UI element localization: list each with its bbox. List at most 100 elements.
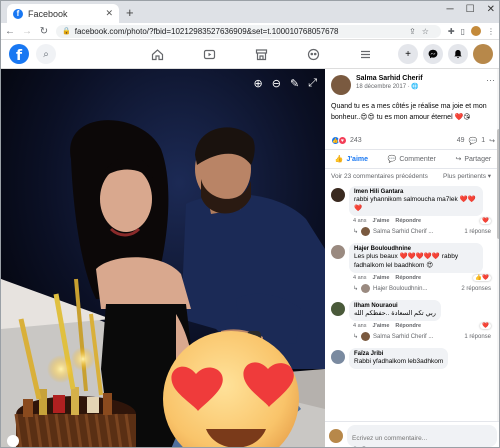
notifications-icon[interactable] <box>448 44 468 64</box>
photo-viewer[interactable]: ⊕ ⊖ ✎ ⤢ <box>1 69 325 447</box>
comment-like-link[interactable]: J'aime <box>372 323 389 329</box>
url-field[interactable]: 🔒 facebook.com/photo/?fbid=1021298352763… <box>56 24 441 38</box>
comment-count[interactable]: 49 <box>457 137 465 144</box>
facebook-header: f ⌕ + <box>1 40 499 69</box>
lock-icon: 🔒 <box>62 28 71 35</box>
comment-label: Commenter <box>399 155 436 163</box>
globe-icon: 🌐 <box>411 84 419 90</box>
fullscreen-icon[interactable]: ⤢ <box>308 77 317 90</box>
tag-icon[interactable]: ✎ <box>290 77 299 90</box>
comment-age[interactable]: 4 ans <box>353 323 366 329</box>
more-menu-icon[interactable]: ⋮ <box>487 27 495 36</box>
back-arrow-icon[interactable]: ← <box>5 26 15 37</box>
post-author[interactable]: Salma Sarhid Cherif <box>356 75 486 82</box>
replies-count[interactable]: 2 réponses <box>461 286 491 292</box>
close-window-button[interactable]: ✕ <box>487 4 495 15</box>
comment-reply-link[interactable]: Répondre <box>395 218 421 224</box>
maximize-button[interactable]: ☐ <box>466 4 475 15</box>
commenter-avatar[interactable] <box>331 302 345 316</box>
profile-avatar[interactable] <box>473 44 493 64</box>
comment-reply-link[interactable]: Répondre <box>395 323 421 329</box>
close-tab-icon[interactable]: ✕ <box>105 8 113 19</box>
home-icon[interactable] <box>131 40 183 69</box>
replier-name: Salma Sarhid Cherif ... <box>373 333 434 340</box>
url-text: facebook.com/photo/?fbid=102129835276369… <box>74 26 339 36</box>
create-icon[interactable]: + <box>398 44 418 64</box>
post-date[interactable]: 18 décembre 2017 · 🌐 <box>356 83 486 90</box>
watch-icon[interactable] <box>183 40 235 69</box>
commenter-avatar[interactable] <box>331 188 345 202</box>
post-date-text: 18 décembre 2017 · <box>356 84 412 90</box>
comment-reaction-badge[interactable]: ❤️ <box>480 218 491 224</box>
replier-avatar <box>361 227 371 236</box>
bookmark-star-icon[interactable]: ☆ <box>422 27 435 36</box>
view-previous-comments-link[interactable]: Voir 23 commentaires précédents <box>331 172 443 181</box>
reply-arrow-icon: ↳ <box>353 286 359 292</box>
menu-icon[interactable] <box>339 40 391 69</box>
comment-age[interactable]: 4 ans <box>353 218 366 224</box>
replies-count[interactable]: 1 réponse <box>464 334 491 340</box>
comment-body: Ilham Nouraoui ربي تكم السعادة ..حفظكم ا… <box>349 300 495 344</box>
author-avatar[interactable] <box>331 75 351 95</box>
post-meta: Salma Sarhid Cherif 18 décembre 2017 · 🌐 <box>356 75 486 95</box>
new-tab-button[interactable]: + <box>126 5 134 20</box>
replier-avatar <box>361 332 371 341</box>
photo <box>1 69 325 447</box>
comment-text: Les plus beaux ❤️❤️❤️❤️❤️ rabby fadhalko… <box>354 252 478 270</box>
comment-like-link[interactable]: J'aime <box>372 218 389 224</box>
reaction-count[interactable]: 243 <box>350 137 362 144</box>
comment-meta: 4 ans J'aime Répondre 👍❤️ <box>349 273 495 283</box>
comment-like-link[interactable]: J'aime <box>372 275 389 281</box>
replies-preview[interactable]: ↳ Salma Sarhid Cherif ... 1 réponse <box>349 226 495 239</box>
replies-preview[interactable]: ↳ Salma Sarhid Cherif ... 1 réponse <box>349 331 495 344</box>
facebook-logo[interactable]: f <box>9 44 29 64</box>
comment-reaction-badge[interactable]: ❤️ <box>480 323 491 329</box>
share-count[interactable]: 1 <box>481 137 485 144</box>
commenter-avatar[interactable] <box>331 245 345 259</box>
messenger-icon[interactable] <box>423 44 443 64</box>
like-button[interactable]: 👍 J'aime <box>334 155 368 164</box>
post-actions: 👍 J'aime 💬 Commenter ↪ Partager <box>325 150 499 169</box>
search-icon[interactable]: ⌕ <box>36 44 56 64</box>
comment-item: Hajer Bouloudhnine Les plus beaux ❤️❤️❤️… <box>325 241 499 298</box>
groups-icon[interactable] <box>287 40 339 69</box>
thumbs-up-icon: 👍 <box>334 156 344 163</box>
share-icon[interactable]: ⇪ <box>409 27 422 36</box>
forward-arrow-icon[interactable]: → <box>22 26 32 37</box>
comment-emoji: 😍 <box>426 262 434 269</box>
comment-age[interactable]: 4 ans <box>353 275 366 281</box>
comment-input[interactable] <box>352 434 492 442</box>
sidebar-icon[interactable]: ▯ <box>461 27 465 36</box>
commenter-avatar[interactable] <box>331 350 345 364</box>
browser-tab[interactable]: f Facebook ✕ <box>7 4 119 23</box>
header-right-buttons: + <box>398 44 493 64</box>
replies-preview[interactable]: ↳ Hajer Bouloudhnin... 2 réponses <box>349 283 495 296</box>
share-count-icon: ↪ <box>489 137 495 145</box>
reply-arrow-icon: ↳ <box>353 334 359 340</box>
post-counts: 49 💬 1 ↪ <box>457 137 495 145</box>
comment-item: Imen Hili Gantara rabbi yhannikom salmou… <box>325 184 499 241</box>
reactions-summary: 👍 ♥ 243 49 💬 1 ↪ <box>325 123 499 150</box>
marketplace-icon[interactable] <box>235 40 287 69</box>
comment-reaction-badge[interactable]: 👍❤️ <box>473 275 491 281</box>
reload-icon[interactable]: ↻ <box>39 26 49 37</box>
share-button[interactable]: ↪ Partager <box>455 155 491 164</box>
comment-button[interactable]: 💬 Commenter <box>388 155 436 164</box>
share-arrow-icon: ↪ <box>455 156 462 163</box>
comment-item: Ilham Nouraoui ربي تكم السعادة ..حفظكم ا… <box>325 298 499 346</box>
zoom-in-icon[interactable]: ⊕ <box>254 77 263 90</box>
write-comment-bar: ☺ ⌾ ▣ ◰ ➤ <box>325 421 499 447</box>
main-nav <box>131 40 391 69</box>
profile-avatar[interactable] <box>471 26 481 36</box>
zoom-out-icon[interactable]: ⊖ <box>272 77 281 90</box>
comment-body: Hajer Bouloudhnine Les plus beaux ❤️❤️❤️… <box>349 243 495 296</box>
more-options-icon[interactable]: ··· <box>486 75 495 95</box>
sort-comments-dropdown[interactable]: Plus pertinents ▾ <box>443 172 495 181</box>
minimize-button[interactable]: ─ <box>447 4 454 15</box>
tab-strip: f Facebook ✕ + ─ ☐ ✕ <box>1 1 499 23</box>
extension-puzzle-icon[interactable]: ✚ <box>448 27 455 36</box>
replies-count[interactable]: 1 réponse <box>464 229 491 235</box>
comment-reply-link[interactable]: Répondre <box>395 275 421 281</box>
post-emoji-2: ❤️😘 <box>454 114 471 121</box>
comment-text: Rabbi yfadhalkom leb3adhkom <box>354 358 444 365</box>
